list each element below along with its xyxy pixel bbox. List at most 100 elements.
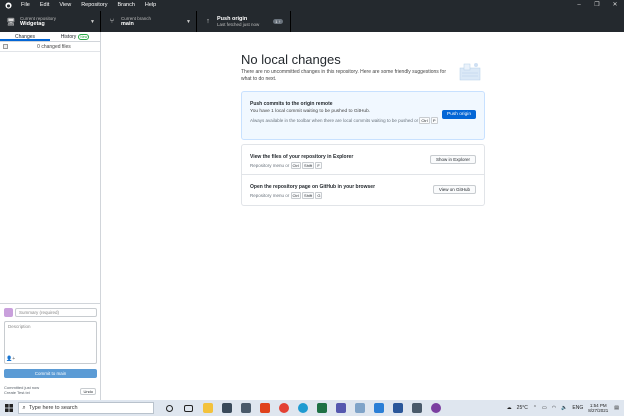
battery-icon[interactable]: ▭ xyxy=(542,405,547,411)
maximize-button[interactable]: ❐ xyxy=(588,0,606,11)
system-tray: ☁ 25°C ⌃ ▭ ◠ 🔈 ENG 1:54 PM 8/27/2021 ▤ xyxy=(507,400,624,416)
taskbar: ⌕ Type here to search ☁ 25°C ⌃ ▭ ◠ 🔈 ENG… xyxy=(0,400,624,416)
illustration-icon xyxy=(456,60,484,82)
page-subtitle: There are no uncommitted changes in this… xyxy=(241,69,447,82)
store-icon[interactable] xyxy=(236,400,255,416)
task-view-icon[interactable] xyxy=(179,400,198,416)
menu-help[interactable]: Help xyxy=(140,0,161,11)
tab-history-label: History xyxy=(60,34,77,40)
arrow-up-icon: ↑ xyxy=(206,18,210,25)
taskbar-search-placeholder: Type here to search xyxy=(29,405,78,411)
push-suggestion-card: Push commits to the origin remote You ha… xyxy=(241,91,485,140)
github-desktop-icon[interactable] xyxy=(426,400,445,416)
branch-icon: ⑂ xyxy=(109,18,115,25)
last-commit-message: Create Test.txt xyxy=(4,390,30,395)
new-badge: New xyxy=(78,34,90,40)
explorer-card-description: Repository menu or Ctrl Shift F xyxy=(250,162,322,169)
shortcut-key: Ctrl xyxy=(290,162,301,169)
push-card-note: Always available in the toolbar when the… xyxy=(250,117,440,125)
changed-files-count: 0 changed files xyxy=(37,43,71,50)
app-icon[interactable] xyxy=(407,400,426,416)
toolbar: 🖥 Current repository Widgetag ▼ ⑂ Curren… xyxy=(0,11,624,32)
tab-history[interactable]: History New xyxy=(50,32,100,41)
excel-icon[interactable] xyxy=(312,400,331,416)
language-indicator[interactable]: ENG xyxy=(572,405,583,411)
teams-icon[interactable] xyxy=(331,400,350,416)
weather-icon[interactable]: ☁ xyxy=(507,405,512,411)
chevron-down-icon: ▼ xyxy=(90,19,95,25)
push-card-description: You have 1 local commit waiting to be pu… xyxy=(250,109,371,114)
menu-file[interactable]: File xyxy=(16,0,35,11)
menu-bar: File Edit View Repository Branch Help – … xyxy=(0,0,624,11)
menu-repository[interactable]: Repository xyxy=(76,0,112,11)
changes-header: 0 changed files xyxy=(0,42,100,52)
push-origin-card-button[interactable]: Push origin xyxy=(442,110,476,119)
vscode-icon[interactable] xyxy=(369,400,388,416)
shortcut-key: Ctrl xyxy=(290,192,301,199)
clock-date: 8/27/2021 xyxy=(588,408,609,413)
office-icon[interactable] xyxy=(255,400,274,416)
shortcut-key: Ctrl xyxy=(419,117,430,124)
chevron-up-icon[interactable]: ⌃ xyxy=(533,405,537,411)
taskbar-apps xyxy=(160,400,445,416)
view-on-github-button[interactable]: View on GitHub xyxy=(432,185,476,194)
search-icon: ⌕ xyxy=(22,404,26,411)
current-branch-button[interactable]: ⑂ Current branch main ▼ xyxy=(101,11,197,32)
weather-temperature[interactable]: 25°C xyxy=(517,405,528,411)
push-card-title: Push commits to the origin remote xyxy=(250,101,333,107)
file-explorer-icon[interactable] xyxy=(198,400,217,416)
wifi-icon[interactable]: ◠ xyxy=(552,405,556,411)
main-panel: No local changes There are no uncommitte… xyxy=(101,32,624,400)
notification-icon[interactable]: ▤ xyxy=(614,405,619,411)
push-count-badge: 1 ↑ xyxy=(273,19,283,24)
avatar xyxy=(4,308,13,317)
tab-changes[interactable]: Changes xyxy=(0,32,50,41)
undo-button[interactable]: Undo xyxy=(80,388,96,395)
sidebar: Changes History New 0 changed files Summa… xyxy=(0,32,101,400)
current-repository-button[interactable]: 🖥 Current repository Widgetag ▼ xyxy=(0,11,101,32)
shortcut-key: G xyxy=(315,192,323,199)
chrome-icon[interactable] xyxy=(274,400,293,416)
edge-icon[interactable] xyxy=(293,400,312,416)
clock[interactable]: 1:54 PM 8/27/2021 xyxy=(588,403,608,414)
sidebar-tabs: Changes History New xyxy=(0,32,100,42)
app-icon[interactable] xyxy=(350,400,369,416)
add-coauthor-icon[interactable]: 👤+ xyxy=(6,356,15,362)
last-commit-info: Committed just now Create Test.txt xyxy=(4,385,39,395)
menu-edit[interactable]: Edit xyxy=(35,0,54,11)
word-icon[interactable] xyxy=(388,400,407,416)
github-suggestion-card: Open the repository page on GitHub in yo… xyxy=(241,175,485,206)
mail-icon[interactable] xyxy=(217,400,236,416)
computer-icon: 🖥 xyxy=(6,18,16,26)
shortcut-key: Shift xyxy=(302,192,315,199)
repository-name: Widgetag xyxy=(20,21,45,27)
commit-button[interactable]: Commit to main xyxy=(4,369,97,378)
description-field[interactable]: Description xyxy=(4,321,97,364)
chevron-down-icon: ▼ xyxy=(186,19,191,25)
explorer-suggestion-card: View the files of your repository in Exp… xyxy=(241,144,485,175)
shortcut-key: F xyxy=(315,162,322,169)
push-card-note-text: Always available in the toolbar when the… xyxy=(250,118,419,123)
shortcut-key: Shift xyxy=(302,162,315,169)
explorer-card-title: View the files of your repository in Exp… xyxy=(250,154,354,160)
cortana-icon[interactable] xyxy=(160,400,179,416)
menu-branch[interactable]: Branch xyxy=(112,0,139,11)
taskbar-search-input[interactable]: ⌕ Type here to search xyxy=(18,402,154,414)
minimize-button[interactable]: – xyxy=(570,0,588,11)
explorer-card-hint: Repository menu or xyxy=(250,163,290,168)
windows-start-icon[interactable] xyxy=(0,400,18,416)
github-card-title: Open the repository page on GitHub in yo… xyxy=(250,184,376,190)
close-button[interactable]: ✕ xyxy=(606,0,624,11)
branch-name: main xyxy=(121,21,134,27)
summary-input[interactable]: Summary (required) xyxy=(15,308,97,317)
commit-panel: Summary (required) Description 👤+ Commit… xyxy=(0,303,101,400)
github-logo-icon xyxy=(0,0,16,11)
shortcut-key: P xyxy=(430,117,438,124)
volume-icon[interactable]: 🔈 xyxy=(561,405,567,411)
page-title: No local changes xyxy=(241,52,341,67)
menu-view[interactable]: View xyxy=(54,0,76,11)
push-origin-button[interactable]: ↑ Push origin Last fetched just now 1 ↑ xyxy=(197,11,291,32)
show-in-explorer-button[interactable]: Show in Explorer xyxy=(429,155,476,164)
github-card-description: Repository menu or Ctrl Shift G xyxy=(250,192,323,199)
last-fetched: Last fetched just now xyxy=(217,22,260,27)
